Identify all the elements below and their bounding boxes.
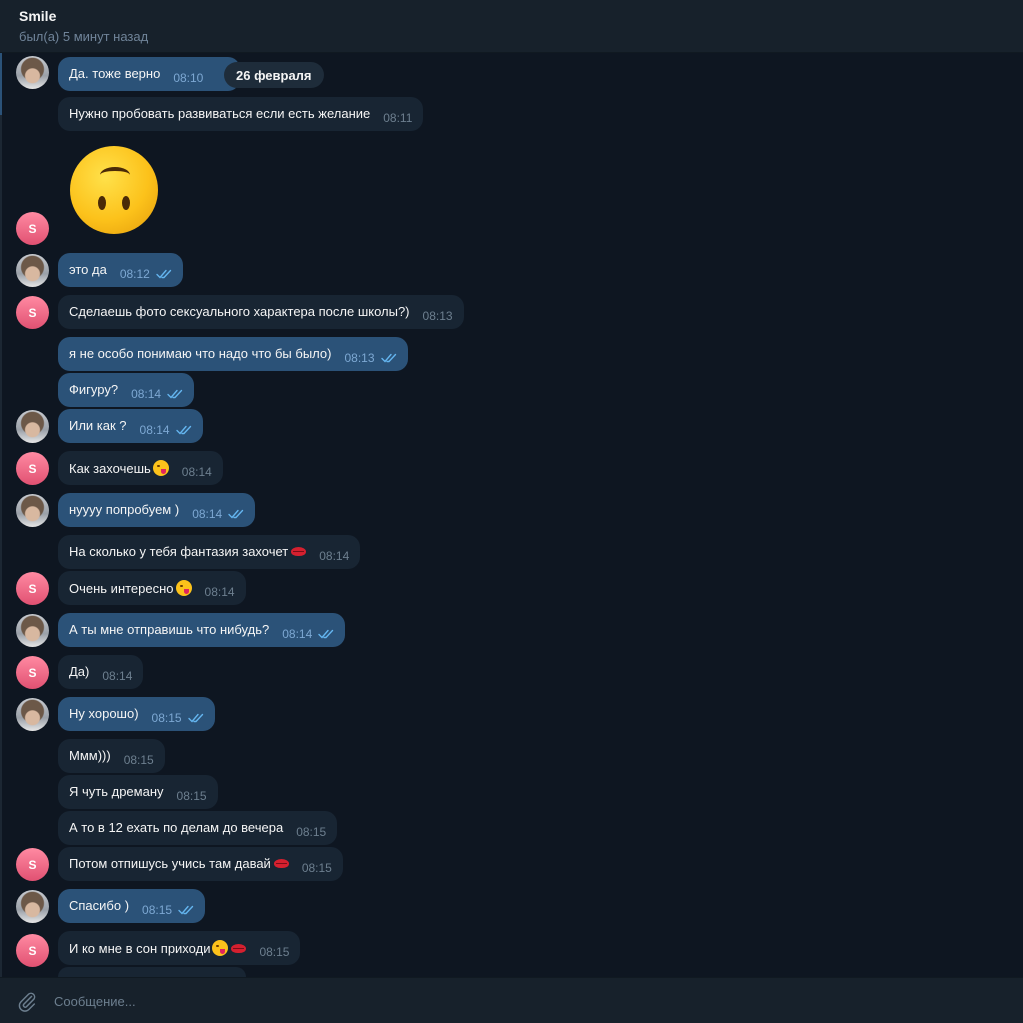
avatar[interactable]: S [16,572,49,605]
message-bubble[interactable]: Сделаешь фото сексуального характера пос… [58,295,464,329]
avatar[interactable]: S [16,848,49,881]
message-time: 08:15 [142,903,173,917]
contact-status: был(а) 5 минут назад [19,29,149,44]
double-check-icon [156,269,172,279]
message-text: я не особо понимаю что надо что бы было) [69,346,332,361]
double-check-icon [228,509,244,519]
message-text: Я чуть дреману [69,784,164,799]
message-time: 08:14 [204,585,235,599]
message-time: 08:15 [123,753,154,767]
avatar[interactable] [16,410,49,443]
kiss-mark-icon [291,546,307,557]
message-time: 08:11 [383,111,413,125]
message-time: 08:13 [422,309,453,323]
message-bubble[interactable]: Ммм))) 08:15 [58,739,165,773]
message-bubble[interactable]: И ко мне в сон приходи 08:15 [58,931,301,965]
message-time: 08:14 [181,465,212,479]
avatar[interactable] [16,254,49,287]
message-text: На сколько у тебя фантазия захочет [69,544,307,560]
message-bubble[interactable]: Очень интересно 08:14 [58,571,246,605]
double-check-icon [167,389,183,399]
message-text: это да [69,262,107,277]
message-time: 08:12 [119,267,150,281]
message-text: Ммм))) [69,748,111,763]
message-bubble[interactable]: Или как ? 08:14 [58,409,203,443]
message-time: 08:14 [282,627,313,641]
message-text: Фигуру? [69,382,119,397]
message-text: Потом отпишусь учись там давай [69,856,289,872]
avatar[interactable]: S [16,296,49,329]
double-check-icon [178,905,194,915]
message-text: Спасибо ) [69,898,130,913]
double-check-icon [380,353,396,363]
message-time: 08:13 [344,351,375,365]
avatar[interactable] [16,494,49,527]
paperclip-icon[interactable] [16,990,38,1012]
message-bubble[interactable]: На сколько у тебя фантазия захочет 08:14 [58,535,361,569]
avatar[interactable] [16,890,49,923]
message-bubble[interactable]: я не особо понимаю что надо что бы было)… [58,337,408,371]
message-text: Нужно пробовать развиваться если есть же… [69,106,371,121]
message-bubble[interactable] [58,967,246,977]
avatar[interactable]: S [16,212,49,245]
message-time: 08:14 [192,507,223,521]
message-time: 08:15 [151,711,182,725]
message-time: 08:14 [319,549,350,563]
double-check-icon [187,713,203,723]
double-check-icon [175,425,191,435]
avatar[interactable] [16,614,49,647]
message-list[interactable]: Да. тоже верно 08:10 26 февраля Нужно пр… [0,53,1023,977]
message-text: Очень интересно [69,579,192,597]
avatar[interactable]: S [16,452,49,485]
message-time: 08:15 [301,861,332,875]
message-composer [0,977,1023,1023]
message-bubble[interactable]: Как захочешь 08:14 [58,451,223,485]
message-bubble[interactable]: Я чуть дреману 08:15 [58,775,218,809]
message-time: 08:14 [131,387,162,401]
avatar[interactable] [16,698,49,731]
message-bubble[interactable]: Спасибо ) 08:15 [58,889,206,923]
message-bubble[interactable]: Потом отпишусь учись там давай 08:15 [58,847,343,881]
message-bubble[interactable]: Фигуру? 08:14 [58,373,195,407]
message-bubble[interactable]: нуууу попробуем ) 08:14 [58,493,256,527]
message-bubble[interactable]: это да 08:12 [58,253,183,287]
message-time: 08:15 [259,945,290,959]
message-bubble[interactable]: Да. тоже верно 08:10 [58,57,240,91]
chat-header[interactable]: Smile был(а) 5 минут назад [0,0,1023,53]
contact-name[interactable]: Smile [19,8,56,24]
message-text: Как захочешь [69,459,169,477]
kiss-mark-icon [273,858,289,869]
kiss-mark-icon [231,943,247,954]
message-input[interactable] [54,988,954,1014]
message-text: Да) [69,664,90,679]
message-bubble[interactable]: Да) 08:14 [58,655,144,689]
message-text: Сделаешь фото сексуального характера пос… [69,304,410,319]
message-bubble[interactable]: А ты мне отправишь что нибудь? 08:14 [58,613,346,647]
message-bubble[interactable]: Ну хорошо) 08:15 [58,697,215,731]
date-divider: 26 февраля [224,62,324,88]
winking-tongue-emoji-icon [212,939,229,956]
message-text: А ты мне отправишь что нибудь? [69,622,270,637]
message-bubble[interactable]: А то в 12 ехать по делам до вечера 08:15 [58,811,338,845]
avatar[interactable] [16,56,49,89]
message-text: И ко мне в сон приходи [69,939,247,957]
message-text: Да. тоже верно [69,66,161,81]
message-text: Или как ? [69,418,127,433]
double-check-icon [318,629,334,639]
message-time: 08:10 [173,71,204,85]
upside-down-face-sticker[interactable] [70,146,158,234]
message-time: 08:14 [102,669,133,683]
avatar[interactable]: S [16,656,49,689]
message-bubble[interactable]: Нужно пробовать развиваться если есть же… [58,97,424,131]
message-text: Ну хорошо) [69,706,139,721]
message-time: 08:15 [296,825,327,839]
winking-tongue-emoji-icon [152,459,169,476]
avatar[interactable]: S [16,934,49,967]
message-text: А то в 12 ехать по делам до вечера [69,820,284,835]
message-time: 08:15 [176,789,207,803]
winking-tongue-emoji-icon [175,579,192,596]
message-text: нуууу попробуем ) [69,502,180,517]
message-time: 08:14 [139,423,170,437]
